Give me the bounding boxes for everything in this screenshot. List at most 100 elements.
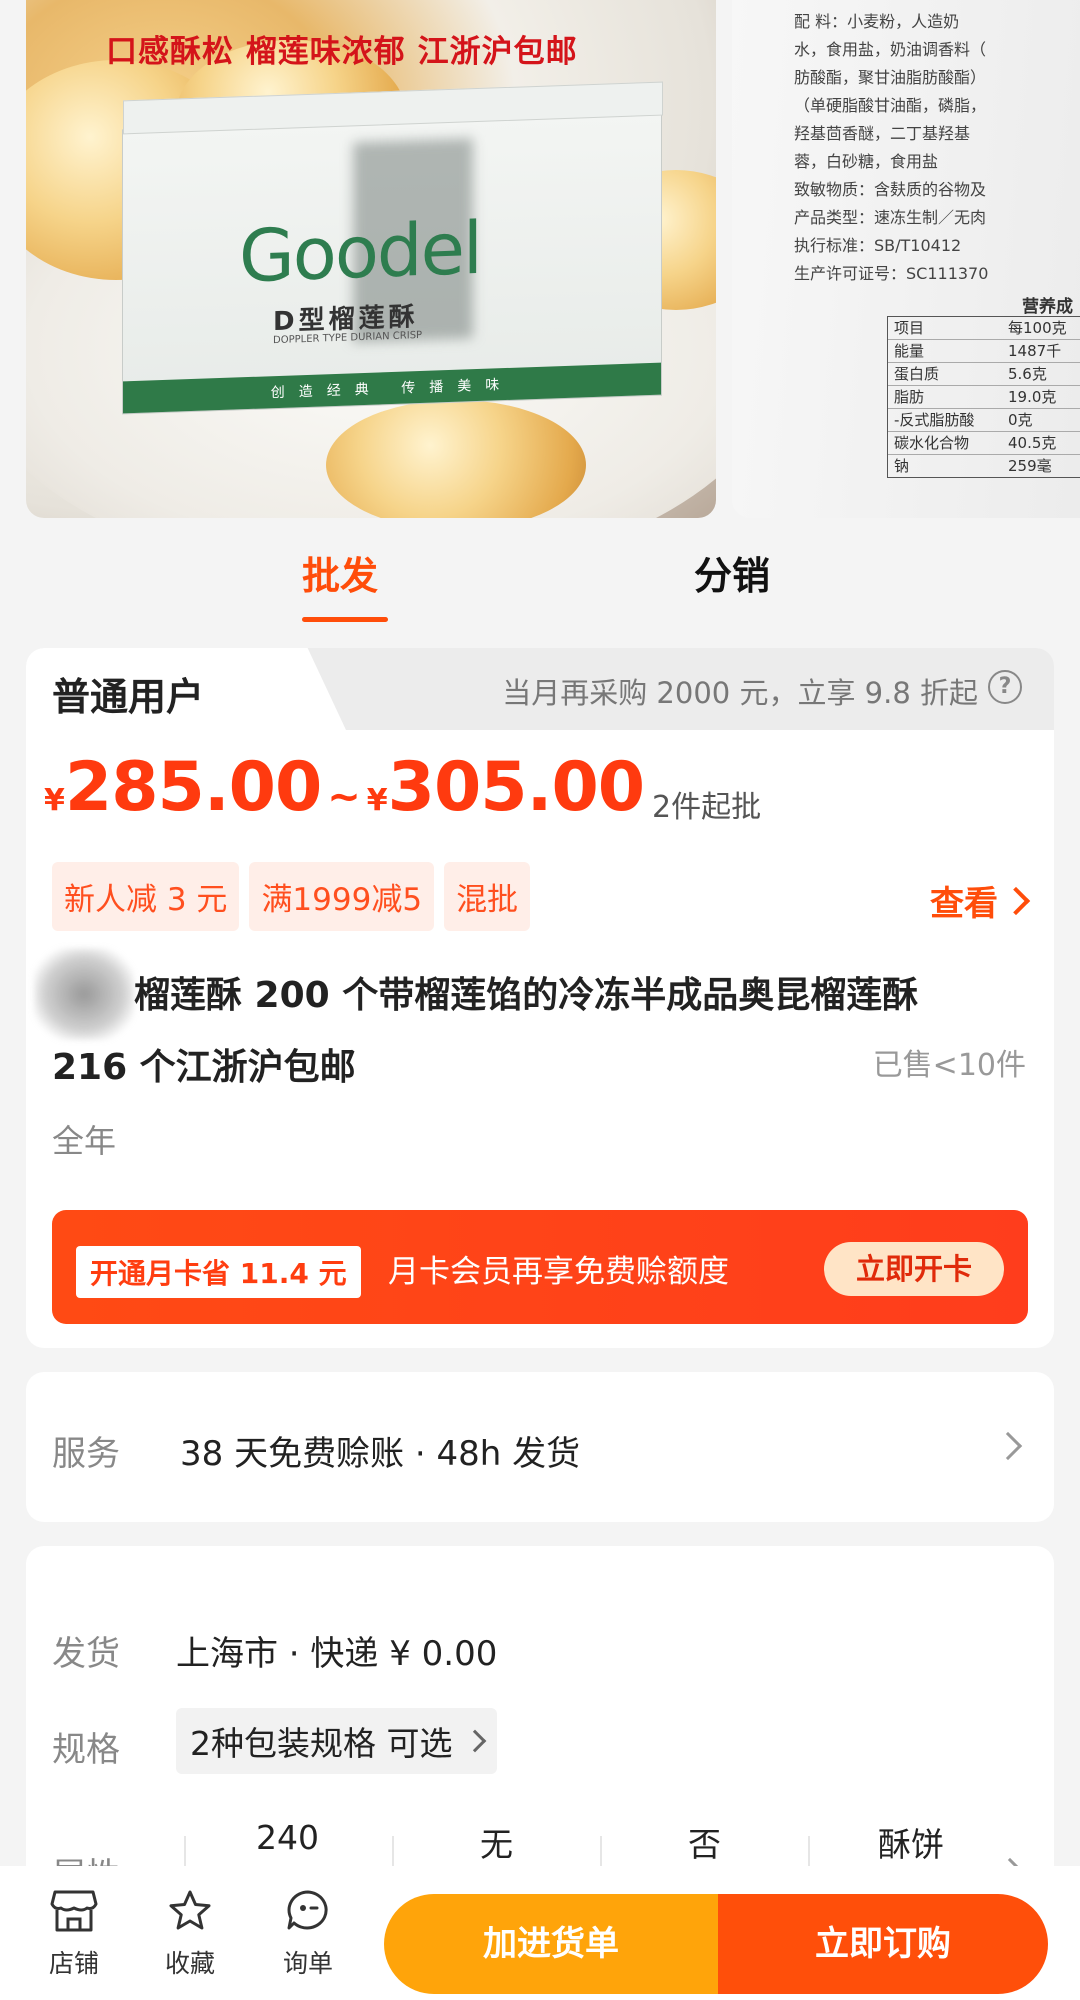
- price-range: ¥285.00 ~ ¥305.00: [44, 748, 645, 827]
- promo-tag: 满1999减5: [249, 862, 435, 931]
- nutrition-value: 0克: [1008, 411, 1033, 429]
- season: 全年: [52, 1122, 117, 1160]
- price-low: 285.00: [64, 748, 322, 827]
- chevron-right-icon: [1001, 886, 1031, 915]
- nutrition-table: 项目 每100克 能量 1487千 蛋白质 5.6克 脂肪 19.0克 -反式脂肪酸 0克…: [887, 316, 1080, 478]
- currency-symbol: ¥: [366, 783, 388, 818]
- nutrition-item: 项目: [894, 319, 925, 337]
- tab-wholesale-label: 批发: [302, 554, 379, 598]
- user-level: 普通用户: [52, 675, 205, 719]
- label-line: 羟基茴香醚，二丁基羟基: [794, 124, 971, 143]
- store-label: 店铺: [48, 1949, 99, 1978]
- open-card-button[interactable]: 立即开卡: [824, 1242, 1004, 1296]
- service-value: 38 天免费赊账 · 48h 发货: [180, 1434, 581, 1474]
- currency-symbol: ¥: [44, 783, 65, 818]
- chat-icon: [287, 1890, 328, 1930]
- min-order: 2件起批: [652, 790, 762, 825]
- label-line: 肪酸酯，聚甘油脂肪酸酯）: [794, 68, 987, 87]
- spec-value: 2种包装规格 可选: [190, 1724, 453, 1763]
- nutrition-value: 5.6克: [1008, 365, 1047, 383]
- month-card-banner[interactable]: 开通月卡省 11.4 元 月卡会员再享免费赊额度 立即开卡: [52, 1210, 1028, 1324]
- spec-selector[interactable]: 2种包装规格 可选: [176, 1708, 497, 1774]
- user-level-strip: 普通用户 当月再采购 2000 元，立享 9.8 折起 ?: [26, 648, 1054, 730]
- view-promos-label: 查看: [930, 884, 998, 924]
- tab-distribution-label: 分销: [694, 554, 771, 598]
- pastry: [326, 400, 586, 518]
- attribute-value: 无: [480, 1825, 513, 1864]
- tab-distribution[interactable]: 分销: [694, 545, 770, 600]
- tab-wholesale[interactable]: 批发: [302, 545, 388, 622]
- nutrition-item: 蛋白质: [894, 365, 940, 383]
- attribute-value: 240: [256, 1818, 319, 1857]
- shipping-label: 发货: [52, 1634, 120, 1674]
- inquiry-label: 询单: [282, 1949, 333, 1978]
- chevron-right-icon: [993, 1431, 1023, 1461]
- inquiry-button[interactable]: 询单: [268, 1888, 348, 1980]
- promo-text: 当月再采购 2000 元，立享 9.8 折起: [502, 676, 978, 710]
- shipping-value: 上海市 · 快递 ¥ 0.00: [176, 1634, 498, 1674]
- label-line: 生产许可证号：SC111370: [794, 264, 989, 283]
- service-label: 服务: [52, 1434, 120, 1474]
- spec-label: 规格: [52, 1730, 120, 1770]
- label-line: 产品类型：速冻生制／无肉: [794, 208, 987, 227]
- nutrition-value: 1487千: [1008, 342, 1062, 360]
- nutrition-row: 项目 每100克: [888, 317, 1080, 340]
- promo-tag: 混批: [444, 862, 531, 931]
- label-line: （单硬脂酸甘油酯，磷脂，: [794, 96, 987, 115]
- nutrition-value: 19.0克: [1008, 388, 1057, 406]
- nutrition-row: 能量 1487千: [888, 340, 1080, 363]
- banner-text: 口感酥松 榴莲味浓郁 江浙沪包邮: [106, 34, 578, 70]
- product-title: 榴莲酥 200 个带榴莲馅的冷冻半成品奥昆榴莲酥: [134, 975, 919, 1016]
- nutrition-row: 蛋白质 5.6克: [888, 363, 1080, 386]
- box-slogan: 创造经典 传播美味: [270, 376, 514, 402]
- box-brand: Goodel: [239, 205, 481, 299]
- service-card[interactable]: 服务 38 天免费赊账 · 48h 发货: [26, 1372, 1054, 1522]
- help-icon[interactable]: ?: [988, 670, 1022, 704]
- nutrition-item: 碳水化合物: [894, 434, 970, 452]
- store-button[interactable]: 店铺: [34, 1888, 114, 1980]
- nutrition-item: 钠: [894, 457, 910, 475]
- promo-tag: 新人减 3 元: [52, 862, 240, 931]
- label-line: 执行标准：SB/T10412: [794, 236, 962, 255]
- price-high: 305.00: [387, 748, 645, 827]
- product-photo-main[interactable]: 口感酥松 榴莲味浓郁 江浙沪包邮 Goodel D型榴莲酥 DOPPLER TY…: [26, 0, 716, 518]
- nutrition-row: -反式脂肪酸 0克: [888, 409, 1080, 432]
- nutrition-row: 碳水化合物 40.5克: [888, 432, 1080, 455]
- nutrition-item: 脂肪: [894, 388, 925, 406]
- blurred-shop-name: [34, 948, 134, 1040]
- label-line: 致敏物质：含麸质的谷物及: [794, 180, 987, 199]
- label-line: 配 料：小麦粉，人造奶: [794, 12, 960, 31]
- promo-tags: 新人减 3 元 满1999减5 混批: [52, 862, 531, 931]
- order-now-button[interactable]: 立即订购: [718, 1894, 1048, 1994]
- nutrition-value: 259毫: [1008, 457, 1052, 475]
- nutrition-row: 脂肪 19.0克: [888, 386, 1080, 409]
- product-box: Goodel D型榴莲酥 DOPPLER TYPE DURIAN CRISP 创…: [122, 81, 663, 415]
- label-line: 蓉，白砂糖，食用盐: [794, 152, 939, 171]
- month-card-text: 月卡会员再享免费赊额度: [388, 1254, 729, 1290]
- favorite-label: 收藏: [164, 1949, 215, 1978]
- image-gallery[interactable]: 口感酥松 榴莲味浓郁 江浙沪包邮 Goodel D型榴莲酥 DOPPLER TY…: [0, 0, 1080, 525]
- active-tab-indicator: [302, 617, 388, 622]
- nutrition-row: 钠 259毫: [888, 455, 1080, 477]
- nutrition-title: 营养成: [1022, 297, 1073, 317]
- sold-count: 已售<10件: [872, 1048, 1026, 1083]
- label-line: 水，食用盐，奶油调香料（: [794, 40, 987, 59]
- store-icon: [50, 1890, 98, 1932]
- price-card: 普通用户 当月再采购 2000 元，立享 9.8 折起 ? ¥285.00 ~ ¥3…: [26, 648, 1054, 1348]
- chevron-right-icon: [463, 1729, 486, 1753]
- range-separator: ~: [327, 774, 361, 820]
- view-promos-link[interactable]: 查看: [930, 876, 1031, 925]
- add-to-cart-button[interactable]: 加进货单: [384, 1894, 718, 1994]
- nutrition-value: 40.5克: [1008, 434, 1057, 452]
- month-card-offer: 开通月卡省 11.4 元: [76, 1246, 361, 1298]
- product-photo-label[interactable]: 配 料：小麦粉，人造奶 水，食用盐，奶油调香料（ 肪酸酯，聚甘油脂肪酸酯） （单…: [732, 0, 1080, 518]
- bottom-action-bar: 店铺 收藏 询单 加进货单 立即订购: [0, 1866, 1080, 2000]
- product-title-cont: 216 个江浙沪包邮: [52, 1047, 356, 1088]
- attribute-value: 否: [688, 1825, 721, 1864]
- star-icon: [169, 1890, 211, 1930]
- mode-tabs: 批发 分销: [0, 545, 1080, 625]
- nutrition-item: 能量: [894, 342, 925, 360]
- product-detail-page: 口感酥松 榴莲味浓郁 江浙沪包邮 Goodel D型榴莲酥 DOPPLER TY…: [0, 0, 1080, 2000]
- favorite-button[interactable]: 收藏: [150, 1888, 230, 1980]
- nutrition-item: -反式脂肪酸: [894, 411, 975, 429]
